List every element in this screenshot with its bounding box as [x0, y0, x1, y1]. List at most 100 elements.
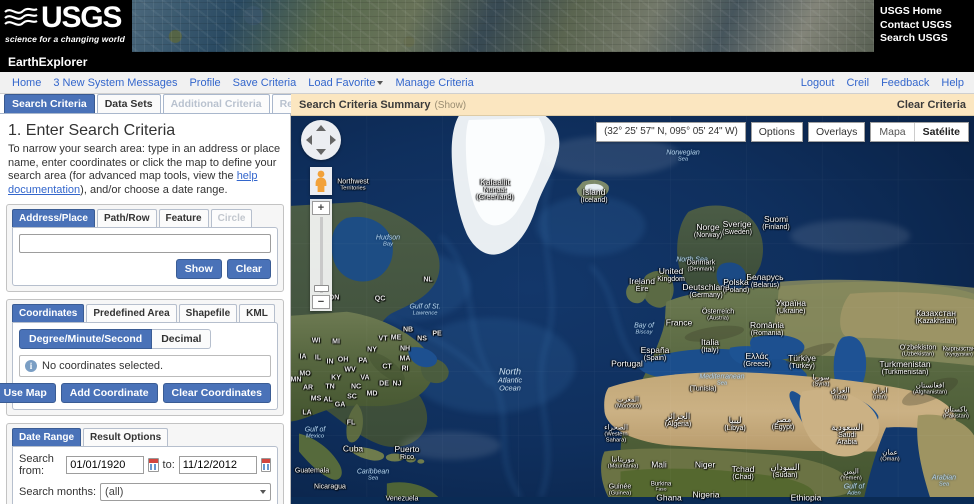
clear-coordinates-button[interactable]: Clear Coordinates — [162, 383, 271, 403]
map-type-mapa-button[interactable]: Mapa — [871, 123, 914, 141]
clear-button[interactable]: Clear — [226, 259, 271, 279]
main-tabstrip: Search Criteria Data Sets Additional Cri… — [0, 94, 326, 114]
map-viewport[interactable]: Kalaallit Nunaat (Greenland) Island (Iceland… — [291, 116, 974, 504]
nav-item-load-favorite[interactable]: Load Favorite — [302, 77, 389, 89]
subtab-result-options[interactable]: Result Options — [83, 428, 169, 446]
map-options-button[interactable]: Options — [750, 122, 803, 142]
coordinates-section: Coordinates Predefined Area Shapefile KM… — [0, 299, 284, 416]
search-criteria-panel: Search Criteria Data Sets Additional Cri… — [0, 94, 326, 504]
pan-control[interactable] — [301, 120, 341, 160]
usgs-logo-block[interactable]: USGS science for a changing world — [0, 0, 132, 52]
search-months-value: (all) — [105, 486, 124, 498]
subtab-predefined-area[interactable]: Predefined Area — [86, 304, 177, 322]
main-content: Search Criteria Data Sets Additional Cri… — [0, 94, 974, 504]
usgs-banner-links: USGS Home Contact USGS Search USGS — [874, 0, 974, 52]
search-panel-body: 1. Enter Search Criteria To narrow your … — [0, 114, 290, 504]
usgs-tagline: science for a changing world — [5, 34, 125, 44]
criteria-summary-title: Search Criteria Summary — [299, 98, 431, 111]
coordinates-subpanel: Degree/Minute/Second Decimal i No coordi… — [0, 322, 278, 410]
nav-item-load-favorite-label: Load Favorite — [308, 76, 376, 89]
search-instructions: To narrow your search area: type in an a… — [8, 143, 284, 197]
main-nav-bar: Home 3 New System Messages Profile Save … — [0, 72, 974, 94]
map-type-group: Mapa Satélite — [870, 122, 969, 142]
search-usgs-link[interactable]: Search USGS — [880, 32, 970, 46]
map-area: Search Criteria Summary (Show) Clear Cri… — [291, 94, 974, 504]
nav-item-manage-criteria[interactable]: Manage Criteria — [389, 77, 479, 89]
clear-criteria-link[interactable]: Clear Criteria — [897, 99, 966, 111]
subtab-shapefile[interactable]: Shapefile — [178, 304, 238, 322]
nav-item-system-messages[interactable]: 3 New System Messages — [47, 77, 183, 89]
nav-item-save-criteria[interactable]: Save Criteria — [227, 77, 303, 89]
nav-item-feedback[interactable]: Feedback — [875, 77, 935, 89]
coordinate-readout: (32° 25' 57" N, 095° 05' 24" W) — [596, 122, 746, 142]
tab-search-criteria[interactable]: Search Criteria — [4, 94, 95, 113]
nav-item-username[interactable]: Creil — [840, 77, 875, 89]
criteria-summary-left: Search Criteria Summary (Show) — [299, 99, 466, 111]
search-months-select[interactable]: (all) — [100, 483, 271, 501]
map-navigation-controls: + − — [301, 120, 341, 311]
coordinates-notice-text: No coordinates selected. — [42, 360, 164, 372]
map-type-satellite-button[interactable]: Satélite — [913, 123, 968, 141]
search-from-input[interactable] — [66, 456, 145, 474]
usgs-wordmark: USGS — [4, 3, 132, 33]
tab-data-sets[interactable]: Data Sets — [96, 94, 161, 113]
address-place-section: Address/Place Path/Row Feature Circle Sh… — [6, 204, 284, 292]
zoom-control[interactable]: + − — [310, 199, 332, 311]
map-toolbar: (32° 25' 57" N, 095° 05' 24" W) Options … — [596, 122, 969, 142]
toggle-degree-minute-second[interactable]: Degree/Minute/Second — [19, 329, 153, 349]
criteria-summary-show-toggle[interactable]: (Show) — [434, 100, 466, 111]
search-months-label: Search months: — [19, 486, 97, 498]
banner-satellite-imagery — [0, 0, 974, 52]
nav-item-profile[interactable]: Profile — [183, 77, 226, 89]
date-subtabs: Date Range Result Options — [12, 428, 278, 446]
show-button[interactable]: Show — [175, 259, 222, 279]
nav-right-group: Logout Creil Feedback Help — [795, 72, 970, 94]
chevron-down-icon — [260, 490, 266, 494]
date-range-section: Date Range Result Options Search from: t… — [6, 423, 284, 504]
address-subtabs: Address/Place Path/Row Feature Circle — [12, 209, 278, 227]
pan-left-icon[interactable] — [306, 135, 312, 145]
nav-item-home[interactable]: Home — [6, 77, 47, 89]
zoom-slider-rail[interactable] — [313, 217, 329, 293]
subtab-address-place[interactable]: Address/Place — [12, 209, 95, 227]
pan-up-icon[interactable] — [316, 125, 326, 131]
coordinates-notice: i No coordinates selected. — [19, 355, 271, 377]
map-overlays-button[interactable]: Overlays — [807, 122, 866, 142]
coordinates-subtabs: Coordinates Predefined Area Shapefile KM… — [12, 304, 278, 322]
pan-down-icon[interactable] — [316, 149, 326, 155]
nav-item-help[interactable]: Help — [935, 77, 970, 89]
search-to-input[interactable] — [178, 456, 257, 474]
search-months-row: Search months: (all) — [19, 483, 271, 501]
subtab-kml[interactable]: KML — [239, 304, 275, 322]
caret-down-icon — [377, 80, 384, 85]
street-view-pegman[interactable] — [310, 167, 332, 195]
zoom-slider-thumb[interactable] — [313, 285, 329, 292]
usgs-banner: USGS science for a changing world USGS H… — [0, 0, 974, 52]
page-title: 1. Enter Search Criteria — [8, 122, 176, 139]
subtab-date-range[interactable]: Date Range — [12, 428, 82, 446]
pan-right-icon[interactable] — [330, 135, 336, 145]
toggle-decimal[interactable]: Decimal — [152, 329, 212, 349]
address-place-input[interactable] — [19, 234, 271, 253]
subtab-coordinates[interactable]: Coordinates — [12, 304, 85, 322]
calendar-icon-from[interactable] — [148, 458, 159, 472]
nav-item-logout[interactable]: Logout — [795, 77, 841, 89]
search-to-label: to: — [162, 459, 175, 471]
coordinate-format-toggle: Degree/Minute/Second Decimal — [19, 329, 271, 349]
date-range-row: Search from: to: — [19, 453, 271, 477]
search-from-label: Search from: — [19, 453, 54, 477]
zoom-out-button[interactable]: − — [312, 295, 330, 309]
zoom-in-button[interactable]: + — [312, 201, 330, 215]
pegman-icon — [315, 170, 327, 192]
usgs-wave-icon — [4, 7, 38, 26]
calendar-icon-to[interactable] — [260, 458, 271, 472]
add-coordinate-button[interactable]: Add Coordinate — [60, 383, 158, 403]
subtab-path-row[interactable]: Path/Row — [96, 209, 157, 227]
usgs-home-link[interactable]: USGS Home — [880, 5, 970, 19]
app-title: EarthExplorer — [0, 52, 974, 72]
criteria-summary-bar: Search Criteria Summary (Show) Clear Cri… — [291, 94, 974, 116]
contact-usgs-link[interactable]: Contact USGS — [880, 19, 970, 33]
tab-additional-criteria: Additional Criteria — [162, 94, 270, 113]
subtab-feature[interactable]: Feature — [158, 209, 209, 227]
use-map-button[interactable]: Use Map — [0, 383, 56, 403]
